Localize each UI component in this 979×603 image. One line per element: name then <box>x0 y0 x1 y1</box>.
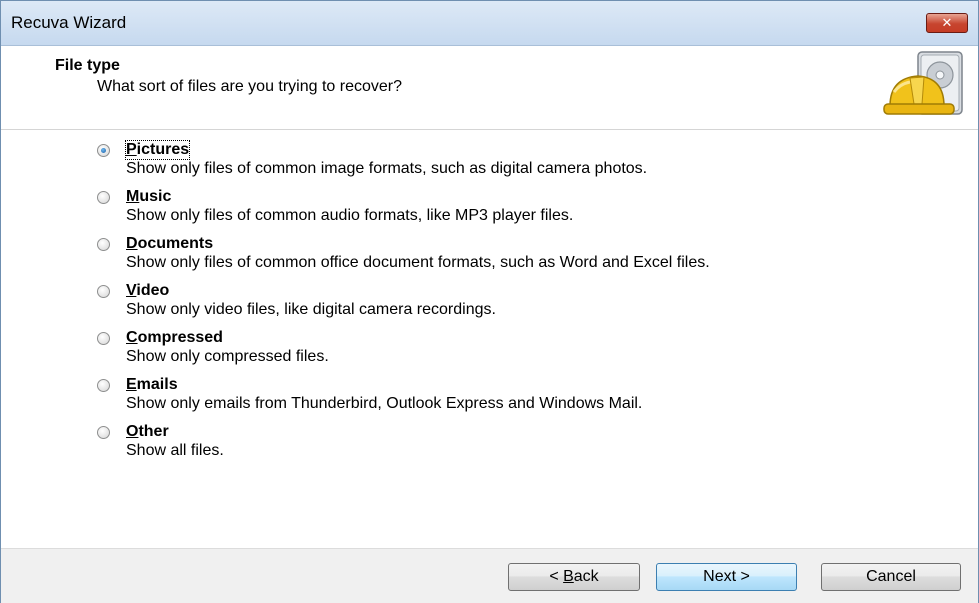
option-documents-label[interactable]: Documents <box>126 235 213 253</box>
recuva-wizard-window: Recuva Wizard ✕ File type What sort of f… <box>0 0 979 603</box>
wizard-footer: < Back Next > Cancel <box>1 548 978 603</box>
option-other-label[interactable]: Other <box>126 423 169 441</box>
radio-pictures[interactable] <box>97 144 110 157</box>
option-documents-description: Show only files of common office documen… <box>126 254 710 271</box>
option-pictures-description: Show only files of common image formats,… <box>126 160 648 177</box>
page-title: File type <box>55 57 120 74</box>
radio-music[interactable] <box>97 191 110 204</box>
close-icon: ✕ <box>941 15 953 30</box>
option-other-description: Show all files. <box>126 442 224 459</box>
radio-documents[interactable] <box>97 238 110 251</box>
wizard-header: File type What sort of files are you try… <box>1 46 978 130</box>
close-button[interactable]: ✕ <box>926 13 968 33</box>
window-title: Recuva Wizard <box>11 13 127 32</box>
option-video-description: Show only video files, like digital came… <box>126 301 496 318</box>
radio-video[interactable] <box>97 285 110 298</box>
option-compressed-description: Show only compressed files. <box>126 348 329 365</box>
back-button[interactable]: < Back <box>508 563 640 591</box>
option-music-description: Show only files of common audio formats,… <box>126 207 574 224</box>
option-emails-description: Show only emails from Thunderbird, Outlo… <box>126 395 643 412</box>
radio-compressed[interactable] <box>97 332 110 345</box>
option-pictures-label[interactable]: Pictures <box>124 140 191 160</box>
recuva-hardhat-drive-icon <box>883 51 963 115</box>
cancel-button[interactable]: Cancel <box>821 563 961 591</box>
option-video-label[interactable]: Video <box>126 282 169 300</box>
option-compressed-label[interactable]: Compressed <box>126 329 223 347</box>
page-subtitle: What sort of files are you trying to rec… <box>97 78 403 95</box>
title-bar[interactable]: Recuva Wizard ✕ <box>1 1 978 46</box>
next-button[interactable]: Next > <box>656 563 797 591</box>
option-music-label[interactable]: Music <box>126 188 171 206</box>
radio-emails[interactable] <box>97 379 110 392</box>
file-type-options: Pictures Show only files of common image… <box>1 130 978 548</box>
option-emails-label[interactable]: Emails <box>126 376 178 394</box>
radio-other[interactable] <box>97 426 110 439</box>
